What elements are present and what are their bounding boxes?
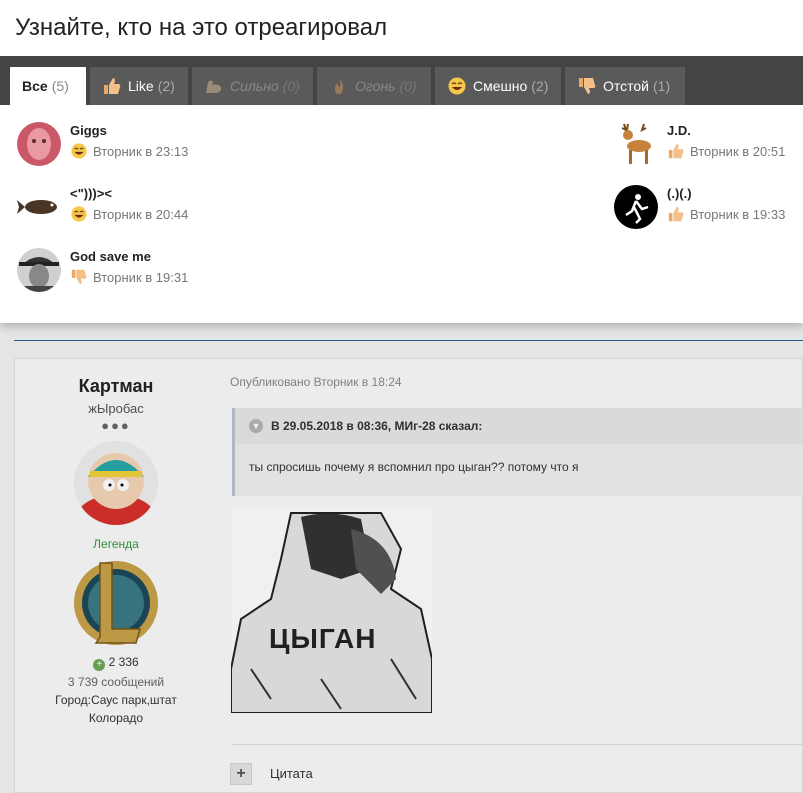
reaction-time: Вторник в 20:51 — [690, 144, 786, 159]
tab-count: (2) — [531, 78, 549, 94]
reaction-entry: God save me Вторник в 19:31 — [17, 248, 237, 296]
user-name[interactable]: Giggs — [70, 123, 107, 138]
tab-label: Все — [22, 78, 48, 94]
user-avatar[interactable] — [614, 122, 658, 166]
tab-count: (0) — [399, 78, 417, 94]
tab-like[interactable]: Like (2) — [90, 67, 188, 105]
tab-count: (2) — [157, 78, 175, 94]
reaction-entry: <")))>< Вторник в 20:44 — [17, 185, 237, 233]
reaction-time: Вторник в 20:44 — [93, 207, 189, 222]
user-name[interactable]: God save me — [70, 249, 151, 264]
tab-fire[interactable]: Огонь (0) — [317, 67, 431, 105]
reaction-time: Вторник в 23:13 — [93, 144, 189, 159]
user-avatar[interactable] — [614, 185, 658, 229]
thumbs-up-icon — [668, 143, 684, 159]
tab-funny[interactable]: Смешно (2) — [435, 67, 561, 105]
user-avatar[interactable] — [17, 122, 61, 166]
reaction-entry: (.)(.) Вторник в 19:33 — [614, 185, 803, 233]
user-avatar[interactable] — [17, 185, 61, 229]
tab-sucks[interactable]: Отстой (1) — [565, 67, 685, 105]
user-name[interactable]: (.)(.) — [667, 186, 692, 201]
laughing-face-icon — [448, 77, 466, 95]
tab-label: Сильно — [230, 78, 279, 94]
thumbs-down-icon — [71, 269, 87, 285]
reaction-time: Вторник в 19:31 — [93, 270, 189, 285]
tab-strong[interactable]: Сильно (0) — [192, 67, 313, 105]
tab-count: (1) — [653, 78, 671, 94]
user-name[interactable]: <")))>< — [70, 186, 112, 201]
tab-label: Отстой — [603, 78, 650, 94]
tab-count: (0) — [282, 78, 300, 94]
flexed-arm-icon — [206, 80, 222, 93]
reaction-time: Вторник в 19:33 — [690, 207, 786, 222]
tab-all[interactable]: Все (5) — [10, 67, 86, 105]
user-name[interactable]: J.D. — [667, 123, 691, 138]
fire-icon — [335, 78, 344, 94]
thumbs-up-icon — [104, 78, 121, 94]
thumbs-down-icon — [579, 78, 596, 94]
tab-label: Like — [128, 78, 154, 94]
tab-count: (5) — [51, 78, 69, 94]
tab-label: Огонь — [355, 78, 396, 94]
reaction-tabs: Все (5) Like (2) Сильно (0) Огонь (0) См… — [0, 56, 803, 105]
reaction-entry: Giggs Вторник в 23:13 — [17, 122, 237, 170]
laughing-face-icon — [71, 143, 87, 159]
reaction-entry: J.D. Вторник в 20:51 — [614, 122, 803, 170]
modal-title: Узнайте, кто на это отреагировал — [15, 14, 388, 41]
reactions-modal: Узнайте, кто на это отреагировал Все (5)… — [0, 0, 803, 323]
tab-label: Смешно — [473, 78, 528, 94]
thumbs-up-icon — [668, 206, 684, 222]
laughing-face-icon — [71, 206, 87, 222]
user-avatar[interactable] — [17, 248, 61, 292]
